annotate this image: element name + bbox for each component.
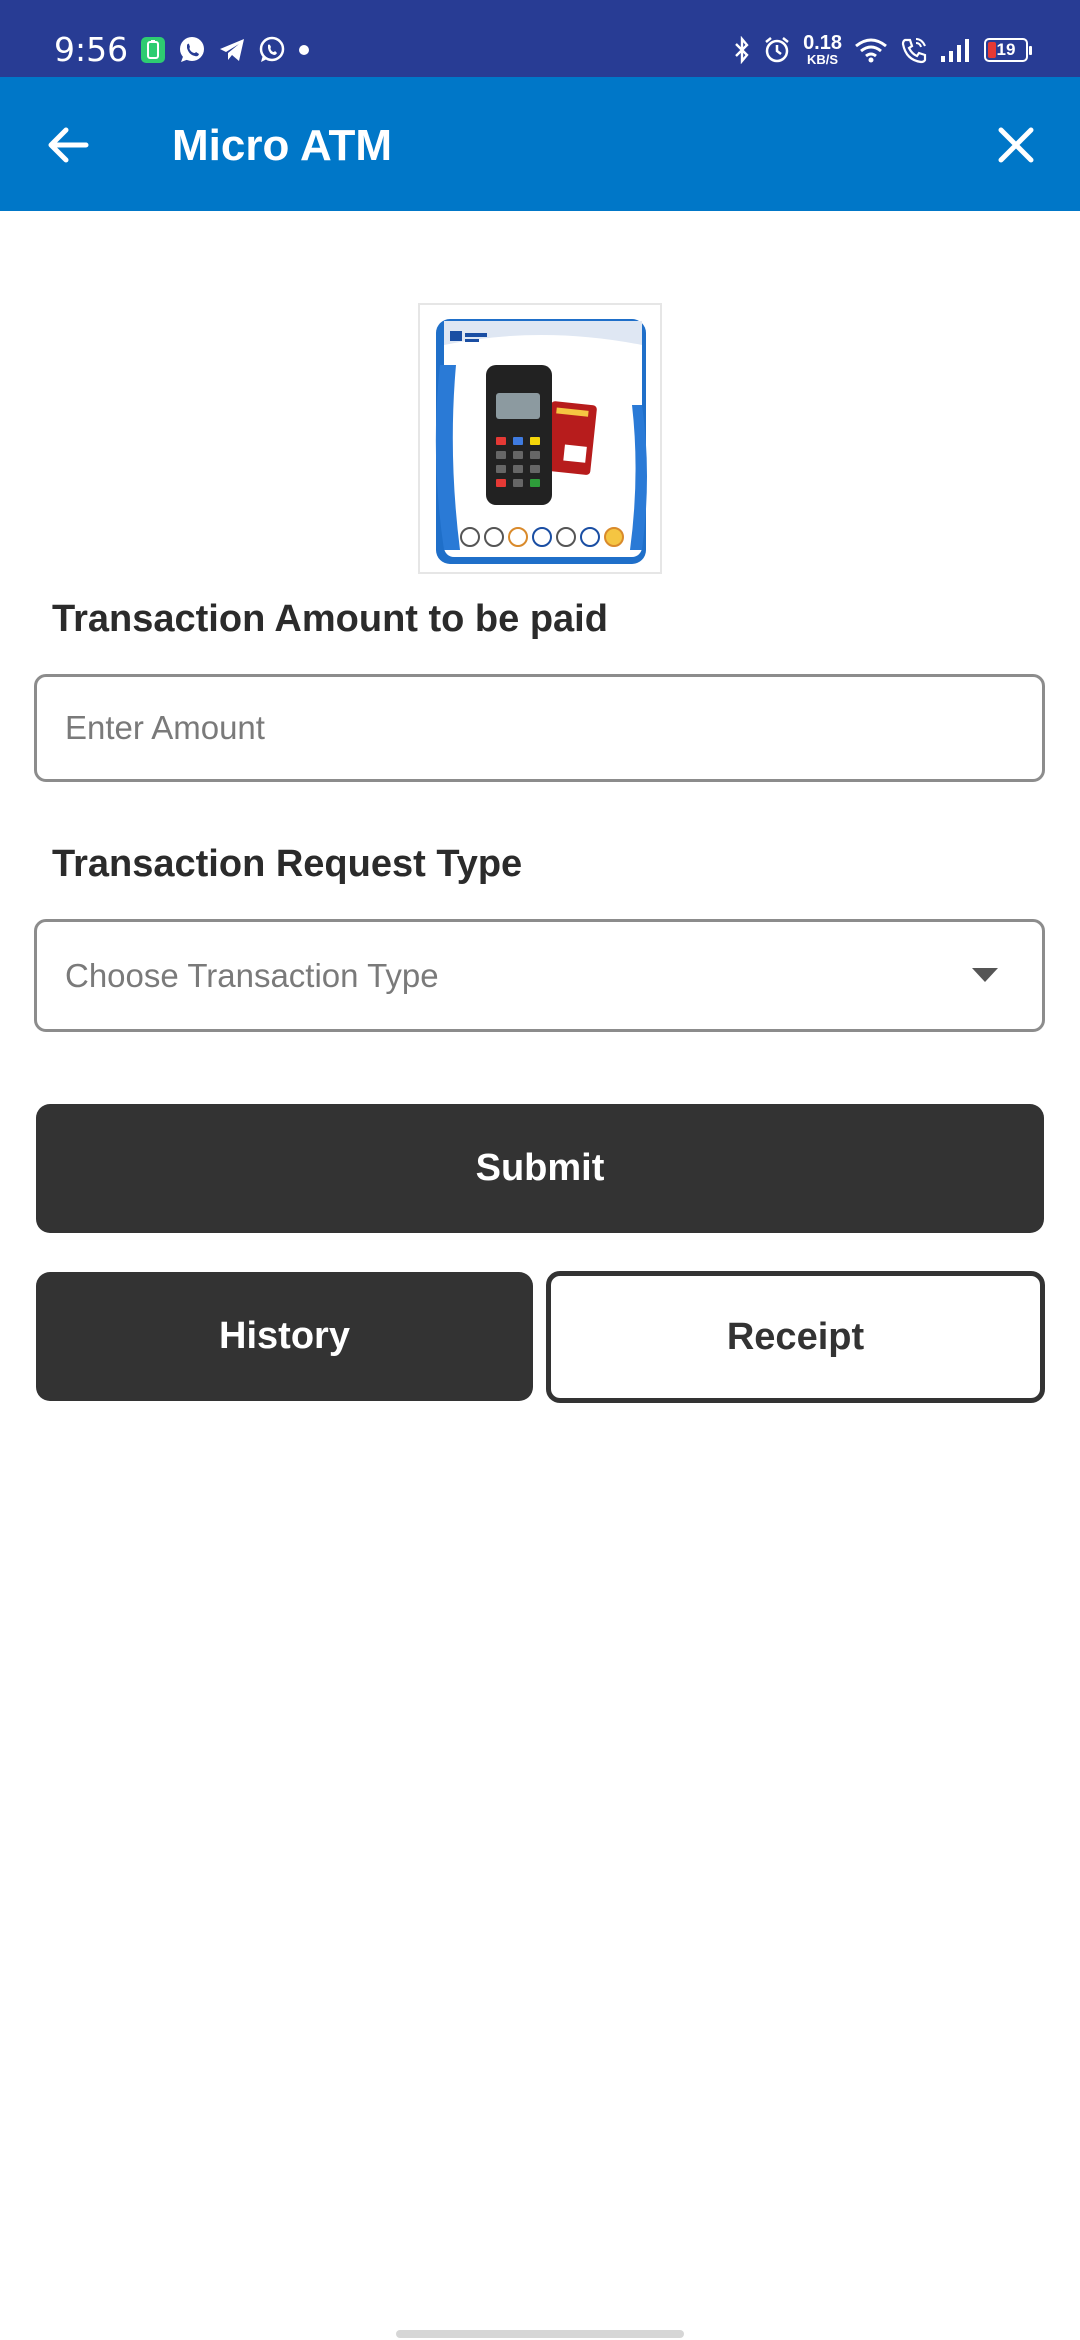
battery-level: 19: [996, 39, 1016, 59]
amount-label: Transaction Amount to be paid: [52, 598, 608, 640]
network-speed-value: 0.18: [803, 32, 842, 54]
notification-icons: [140, 36, 310, 64]
whatsapp-icon: [180, 37, 204, 62]
page-title: Micro ATM: [172, 121, 392, 170]
micro-atm-device-illustration: [435, 319, 647, 564]
arrow-left-icon: [48, 127, 89, 163]
signal-icon: [941, 38, 969, 62]
bluetooth-icon: [735, 35, 749, 64]
gesture-nav-handle[interactable]: [396, 2330, 684, 2338]
amount-field[interactable]: [34, 674, 1045, 782]
app-bar: Micro ATM: [0, 77, 1080, 211]
battery-icon: 19: [984, 37, 1032, 62]
chevron-down-icon: [972, 967, 998, 982]
receipt-button[interactable]: Receipt: [546, 1271, 1045, 1403]
whatsapp-icon: [259, 36, 285, 62]
history-button[interactable]: History: [36, 1272, 533, 1401]
submit-button[interactable]: Submit: [36, 1104, 1044, 1233]
close-button[interactable]: [986, 115, 1046, 175]
status-bar: 9:56 0.18 KB/S 19: [0, 0, 1080, 77]
close-icon: [998, 127, 1034, 163]
dot-icon: [299, 45, 309, 55]
system-icons: 0.18 KB/S 19: [733, 33, 1032, 66]
transaction-type-dropdown[interactable]: Choose Transaction Type: [34, 919, 1045, 1032]
transaction-type-placeholder: Choose Transaction Type: [65, 956, 439, 994]
back-button[interactable]: [40, 117, 96, 173]
transaction-type-label: Transaction Request Type: [52, 843, 523, 885]
battery-saver-icon: [141, 37, 165, 63]
status-time: 9:56: [54, 30, 129, 69]
amount-input[interactable]: [65, 677, 1042, 779]
wifi-icon: [855, 38, 887, 62]
network-speed-unit: KB/S: [807, 52, 839, 67]
telegram-icon: [220, 39, 244, 61]
network-speed: 0.18 KB/S: [803, 33, 842, 66]
wifi-call-icon: [901, 37, 927, 63]
alarm-icon: [765, 36, 789, 62]
micro-atm-device-image: [418, 303, 662, 574]
